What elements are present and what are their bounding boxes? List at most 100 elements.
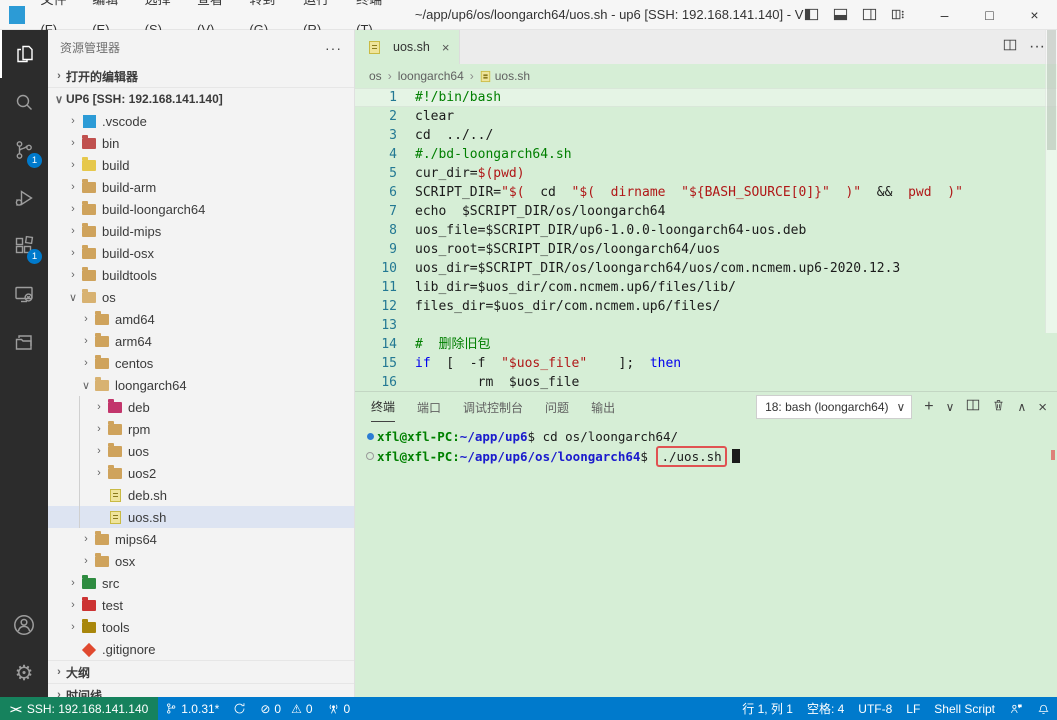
timeline-section[interactable]: › 时间线 xyxy=(48,683,354,697)
chevron-right-icon[interactable]: › xyxy=(66,621,80,633)
status-ports[interactable]: 0 xyxy=(320,697,358,720)
tree-item-uos2[interactable]: › uos2 xyxy=(48,462,354,484)
status-feedback[interactable] xyxy=(1002,697,1030,720)
toggle-panel-icon[interactable] xyxy=(833,7,848,22)
chevron-right-icon[interactable]: › xyxy=(66,225,80,237)
toggle-secondary-sidebar-icon[interactable] xyxy=(862,7,877,22)
status-remote[interactable]: >< SSH: 192.168.141.140 xyxy=(0,697,159,720)
maximize-button[interactable]: □ xyxy=(967,0,1012,30)
split-editor-icon[interactable] xyxy=(1003,38,1017,57)
status-eol[interactable]: LF xyxy=(899,697,927,720)
chevron-right-icon[interactable]: › xyxy=(66,599,80,611)
tree-item-.gitignore[interactable]: .gitignore xyxy=(48,638,354,660)
chevron-right-icon[interactable]: › xyxy=(92,423,106,435)
open-editors-section[interactable]: › 打开的编辑器 xyxy=(48,65,354,87)
tree-item-rpm[interactable]: › rpm xyxy=(48,418,354,440)
chevron-right-icon[interactable]: › xyxy=(66,577,80,589)
chevron-right-icon[interactable]: › xyxy=(79,555,93,567)
tree-item-tools[interactable]: › tools xyxy=(48,616,354,638)
close-button[interactable]: × xyxy=(1012,0,1057,30)
code-editor[interactable]: 1 #!/bin/bash 2 clear 3 cd ../../ 4 #./bd-loong… xyxy=(355,88,1057,391)
chevron-right-icon[interactable]: › xyxy=(66,269,80,281)
breadcrumb-item-loongarch64[interactable]: loongarch64 xyxy=(398,69,464,83)
chevron-right-icon[interactable]: › xyxy=(79,335,93,347)
tree-item-test[interactable]: › test xyxy=(48,594,354,616)
activity-explorer[interactable] xyxy=(0,30,48,78)
maximize-panel-icon[interactable]: ∧ xyxy=(1017,400,1026,414)
toggle-sidebar-icon[interactable] xyxy=(804,7,819,22)
chevron-right-icon[interactable]: › xyxy=(92,401,106,413)
tab-close-icon[interactable]: × xyxy=(442,40,450,55)
status-notifications[interactable] xyxy=(1030,697,1057,720)
tree-item-build-loongarch64[interactable]: › build-loongarch64 xyxy=(48,198,354,220)
tab-uos-sh[interactable]: uos.sh × xyxy=(355,30,461,64)
terminal-dropdown-icon[interactable]: ∨ xyxy=(946,400,955,414)
activity-search[interactable] xyxy=(0,78,48,126)
tree-item-os[interactable]: ∨ os xyxy=(48,286,354,308)
panel-tab-输出[interactable]: 输出 xyxy=(591,392,615,422)
tree-item-loongarch64[interactable]: ∨ loongarch64 xyxy=(48,374,354,396)
tree-item-build-arm[interactable]: › build-arm xyxy=(48,176,354,198)
status-branch[interactable]: 1.0.31* xyxy=(158,697,226,720)
status-cursor-position[interactable]: 行 1, 列 1 xyxy=(735,697,800,720)
editor-scrollbar[interactable] xyxy=(1045,30,1057,333)
tree-item-deb.sh[interactable]: deb.sh xyxy=(48,484,354,506)
breadcrumb-item-uos.sh[interactable]: uos.sh xyxy=(495,69,530,83)
chevron-right-icon[interactable]: › xyxy=(66,137,80,149)
editor-more-actions-icon[interactable]: ··· xyxy=(1029,38,1045,56)
activity-folders[interactable] xyxy=(0,318,48,366)
chevron-right-icon[interactable]: › xyxy=(66,159,80,171)
workspace-root-section[interactable]: ∨ UP6 [SSH: 192.168.141.140] xyxy=(48,87,354,110)
chevron-down-icon[interactable]: ∨ xyxy=(66,291,80,304)
activity-source-control[interactable]: 1 xyxy=(0,126,48,174)
chevron-right-icon[interactable]: › xyxy=(92,445,106,457)
status-encoding[interactable]: UTF-8 xyxy=(851,697,899,720)
kill-terminal-icon[interactable] xyxy=(992,398,1005,417)
chevron-right-icon[interactable]: › xyxy=(66,247,80,259)
new-terminal-icon[interactable]: + xyxy=(924,398,933,416)
chevron-right-icon[interactable]: › xyxy=(66,115,80,127)
tree-item-bin[interactable]: › bin xyxy=(48,132,354,154)
tree-item-build[interactable]: › build xyxy=(48,154,354,176)
status-problems[interactable]: ⊘ 0 ⚠ 0 xyxy=(253,697,319,720)
tree-item-deb[interactable]: › deb xyxy=(48,396,354,418)
activity-run-debug[interactable] xyxy=(0,174,48,222)
close-panel-icon[interactable]: × xyxy=(1038,399,1047,416)
tree-item-arm64[interactable]: › arm64 xyxy=(48,330,354,352)
tree-item-.vscode[interactable]: › .vscode xyxy=(48,110,354,132)
chevron-right-icon[interactable]: › xyxy=(92,467,106,479)
chevron-down-icon[interactable]: ∨ xyxy=(79,379,93,392)
panel-tab-调试控制台[interactable]: 调试控制台 xyxy=(463,392,523,422)
terminal-selector[interactable]: 18: bash (loongarch64) ∨ xyxy=(756,395,913,419)
breadcrumb-item-os[interactable]: os xyxy=(369,69,382,83)
status-sync[interactable] xyxy=(226,697,253,720)
tree-item-build-osx[interactable]: › build-osx xyxy=(48,242,354,264)
outline-section[interactable]: › 大纲 xyxy=(48,660,354,683)
tree-item-src[interactable]: › src xyxy=(48,572,354,594)
split-terminal-icon[interactable] xyxy=(966,398,980,417)
minimize-button[interactable]: – xyxy=(922,0,967,30)
chevron-right-icon[interactable]: › xyxy=(66,203,80,215)
status-language-mode[interactable]: Shell Script xyxy=(927,697,1002,720)
tree-item-mips64[interactable]: › mips64 xyxy=(48,528,354,550)
activity-remote-explorer[interactable] xyxy=(0,270,48,318)
tree-item-buildtools[interactable]: › buildtools xyxy=(48,264,354,286)
panel-tab-问题[interactable]: 问题 xyxy=(545,392,569,422)
chevron-right-icon[interactable]: › xyxy=(79,533,93,545)
activity-settings[interactable]: ⚙ xyxy=(0,649,48,697)
tree-item-osx[interactable]: › osx xyxy=(48,550,354,572)
tree-item-centos[interactable]: › centos xyxy=(48,352,354,374)
chevron-right-icon[interactable]: › xyxy=(66,181,80,193)
terminal[interactable]: xfl@xfl-PC: ~/app/up6 $ cd os/loongarch64/… xyxy=(355,422,1057,467)
tree-item-amd64[interactable]: › amd64 xyxy=(48,308,354,330)
panel-tab-终端[interactable]: 终端 xyxy=(371,392,396,422)
status-indentation[interactable]: 空格: 4 xyxy=(800,697,851,720)
chevron-right-icon[interactable]: › xyxy=(79,313,93,325)
tree-item-uos[interactable]: › uos xyxy=(48,440,354,462)
sidebar-more-actions-icon[interactable]: ··· xyxy=(325,40,342,56)
activity-extensions[interactable]: 1 xyxy=(0,222,48,270)
chevron-right-icon[interactable]: › xyxy=(79,357,93,369)
tree-item-build-mips[interactable]: › build-mips xyxy=(48,220,354,242)
panel-tab-端口[interactable]: 端口 xyxy=(417,392,441,422)
activity-account[interactable] xyxy=(0,601,48,649)
